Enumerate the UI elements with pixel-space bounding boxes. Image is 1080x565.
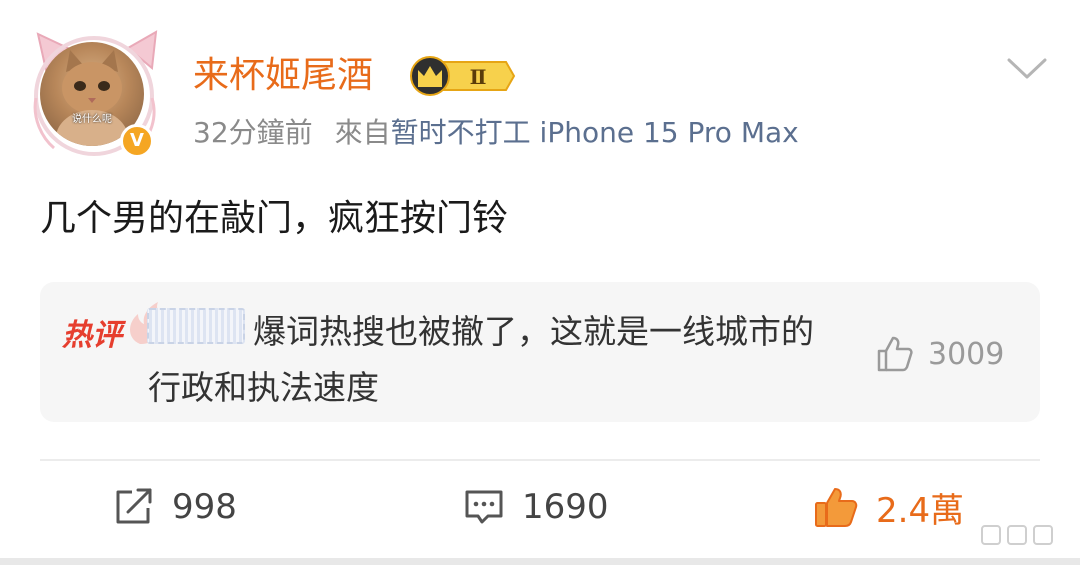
comment-like-count: 3009 (928, 336, 1005, 372)
post-text: 几个男的在敲门，疯狂按门铃 (40, 198, 509, 239)
thumb-up-icon (815, 488, 858, 527)
hot-comment-text: 爆词热搜也被撤了，这就是一线城市的行政和执法速度 (148, 312, 814, 407)
comment-count: 1690 (522, 487, 609, 527)
bottom-strip (0, 558, 1080, 565)
hot-tag-label: 热评 (62, 318, 122, 353)
comment-button[interactable]: 1690 (464, 482, 609, 532)
avatar-caption: 说什么呢 (72, 114, 112, 125)
hot-comment-card[interactable]: 热评 爆词热搜也被撤了，这就是一线城市的行政和执法速度 3009 (40, 282, 1040, 422)
verified-badge: V (120, 124, 154, 158)
watermark-decoration (981, 525, 1053, 545)
user-avatar[interactable]: 说什么呢 V (28, 28, 163, 163)
hot-comment-tag: 热评 (62, 302, 161, 353)
source-prefix: 來自 (334, 116, 391, 149)
thumb-up-icon (877, 336, 913, 372)
post-meta: 32分鐘前 來自暂时不打工 iPhone 15 Pro Max (193, 114, 799, 152)
repost-icon (116, 488, 152, 524)
chevron-down-icon[interactable] (1006, 56, 1048, 82)
repost-count: 998 (172, 487, 237, 527)
comment-like-button[interactable]: 3009 (876, 334, 1004, 374)
source-name[interactable]: 暂时不打工 iPhone 15 Pro Max (391, 116, 799, 149)
username[interactable]: 来杯姬尾酒 (193, 54, 373, 98)
comment-icon (465, 490, 503, 524)
divider (40, 459, 1040, 461)
like-button[interactable]: 2.4萬 (814, 482, 964, 532)
repost-button[interactable]: 998 (114, 482, 237, 532)
like-count: 2.4萬 (876, 490, 965, 531)
vip-level: Ⅱ (470, 65, 487, 89)
post-time: 32分鐘前 (193, 116, 313, 149)
vip-badge[interactable]: Ⅱ (408, 56, 516, 96)
